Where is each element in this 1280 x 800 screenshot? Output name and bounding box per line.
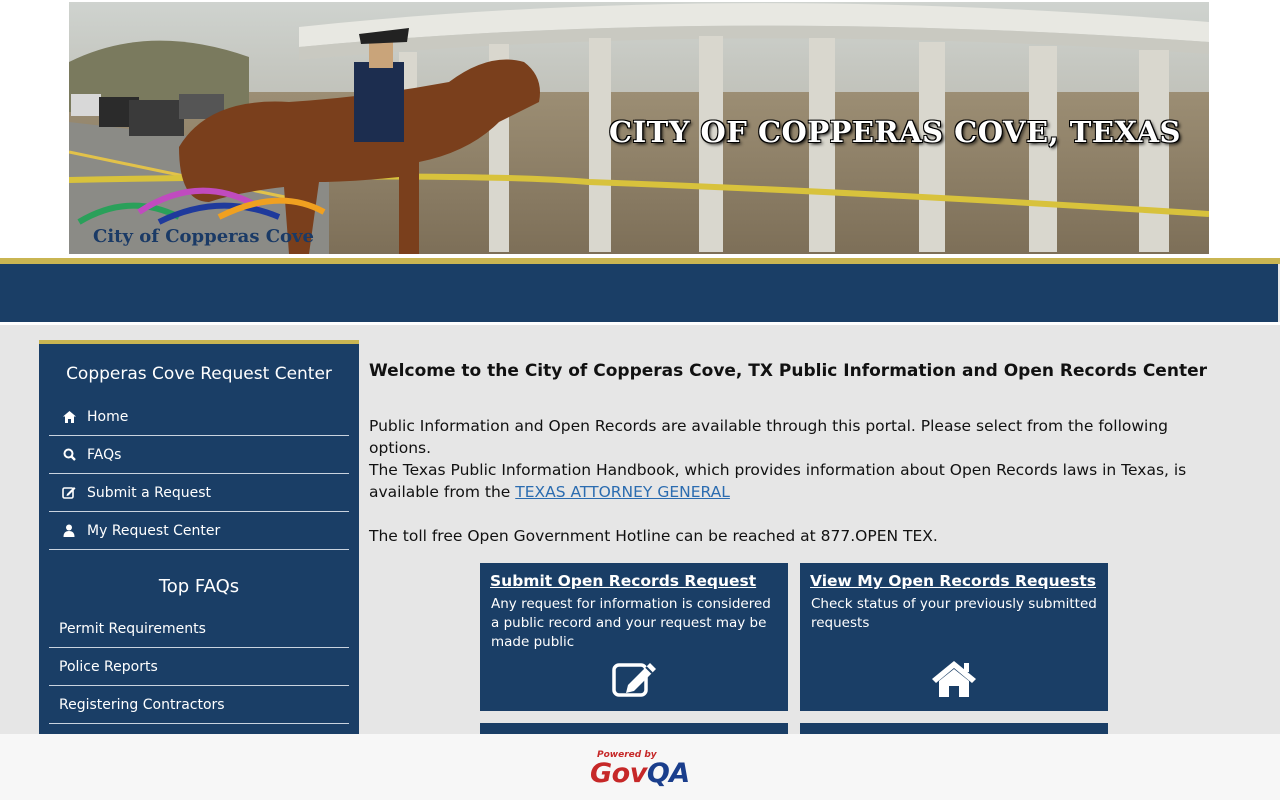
banner-title: CITY OF COPPERAS COVE, TEXAS [609,115,1181,149]
sidebar-item-label: FAQs [87,446,122,463]
sidebar: Copperas Cove Request Center Home FAQs S… [39,340,359,764]
hotline-text: The toll free Open Government Hotline ca… [369,527,938,545]
home-icon [61,409,77,425]
view-my-open-records-card[interactable]: View My Open Records Requests Check stat… [800,563,1108,711]
footer: Powered by GovQA [0,734,1280,800]
sidebar-item-label: Submit a Request [87,484,212,501]
search-icon [61,447,77,463]
faq-item-label: Police Reports [59,658,158,675]
sidebar-item-label: My Request Center [87,522,221,539]
sidebar-item-label: Home [87,408,129,425]
card-title[interactable]: Submit Open Records Request [490,572,756,590]
edit-icon [610,659,658,699]
page-title: Welcome to the City of Copperas Cove, TX… [369,361,1207,381]
banner-image: CITY OF COPPERAS COVE, TEXAS City of Cop… [69,2,1209,254]
faq-item-label: Permit Requirements [59,620,206,637]
card-description: Any request for information is considere… [491,596,771,650]
navbar [0,264,1278,322]
card-description: Check status of your previously submitte… [811,596,1097,631]
govqa-logo-qa: QA [646,758,690,789]
home-icon [930,659,978,699]
sidebar-item-submit-request[interactable]: Submit a Request [49,474,349,512]
faq-item-permit-requirements[interactable]: Permit Requirements [49,610,349,648]
header: CITY OF COPPERAS COVE, TEXAS City of Cop… [0,0,1280,258]
sidebar-item-faqs[interactable]: FAQs [49,436,349,474]
faq-item-label: Registering Contractors [59,696,225,713]
city-logo-text: City of Copperas Cove [93,226,314,247]
sidebar-item-home[interactable]: Home [49,398,349,436]
faq-item-registering-contractors[interactable]: Registering Contractors [49,686,349,724]
intro-text: Public Information and Open Records are … [369,417,1169,457]
texas-attorney-general-link[interactable]: TEXAS ATTORNEY GENERAL [515,483,730,501]
handbook-text-body: The Texas Public Information Handbook, w… [369,461,1187,501]
handbook-text: The Texas Public Information Handbook, w… [369,459,1229,503]
sidebar-item-my-request-center[interactable]: My Request Center [49,512,349,550]
govqa-logo[interactable]: GovQA [590,758,690,789]
card-title[interactable]: View My Open Records Requests [810,572,1096,590]
edit-icon [61,485,77,501]
faq-item-police-reports[interactable]: Police Reports [49,648,349,686]
top-faqs-heading: Top FAQs [158,576,240,597]
navbar-separator [0,322,1280,325]
user-icon [61,523,77,539]
submit-open-records-card[interactable]: Submit Open Records Request Any request … [480,563,788,711]
sidebar-title: Copperas Cove Request Center [66,364,332,384]
govqa-logo-gov: Gov [590,758,647,789]
